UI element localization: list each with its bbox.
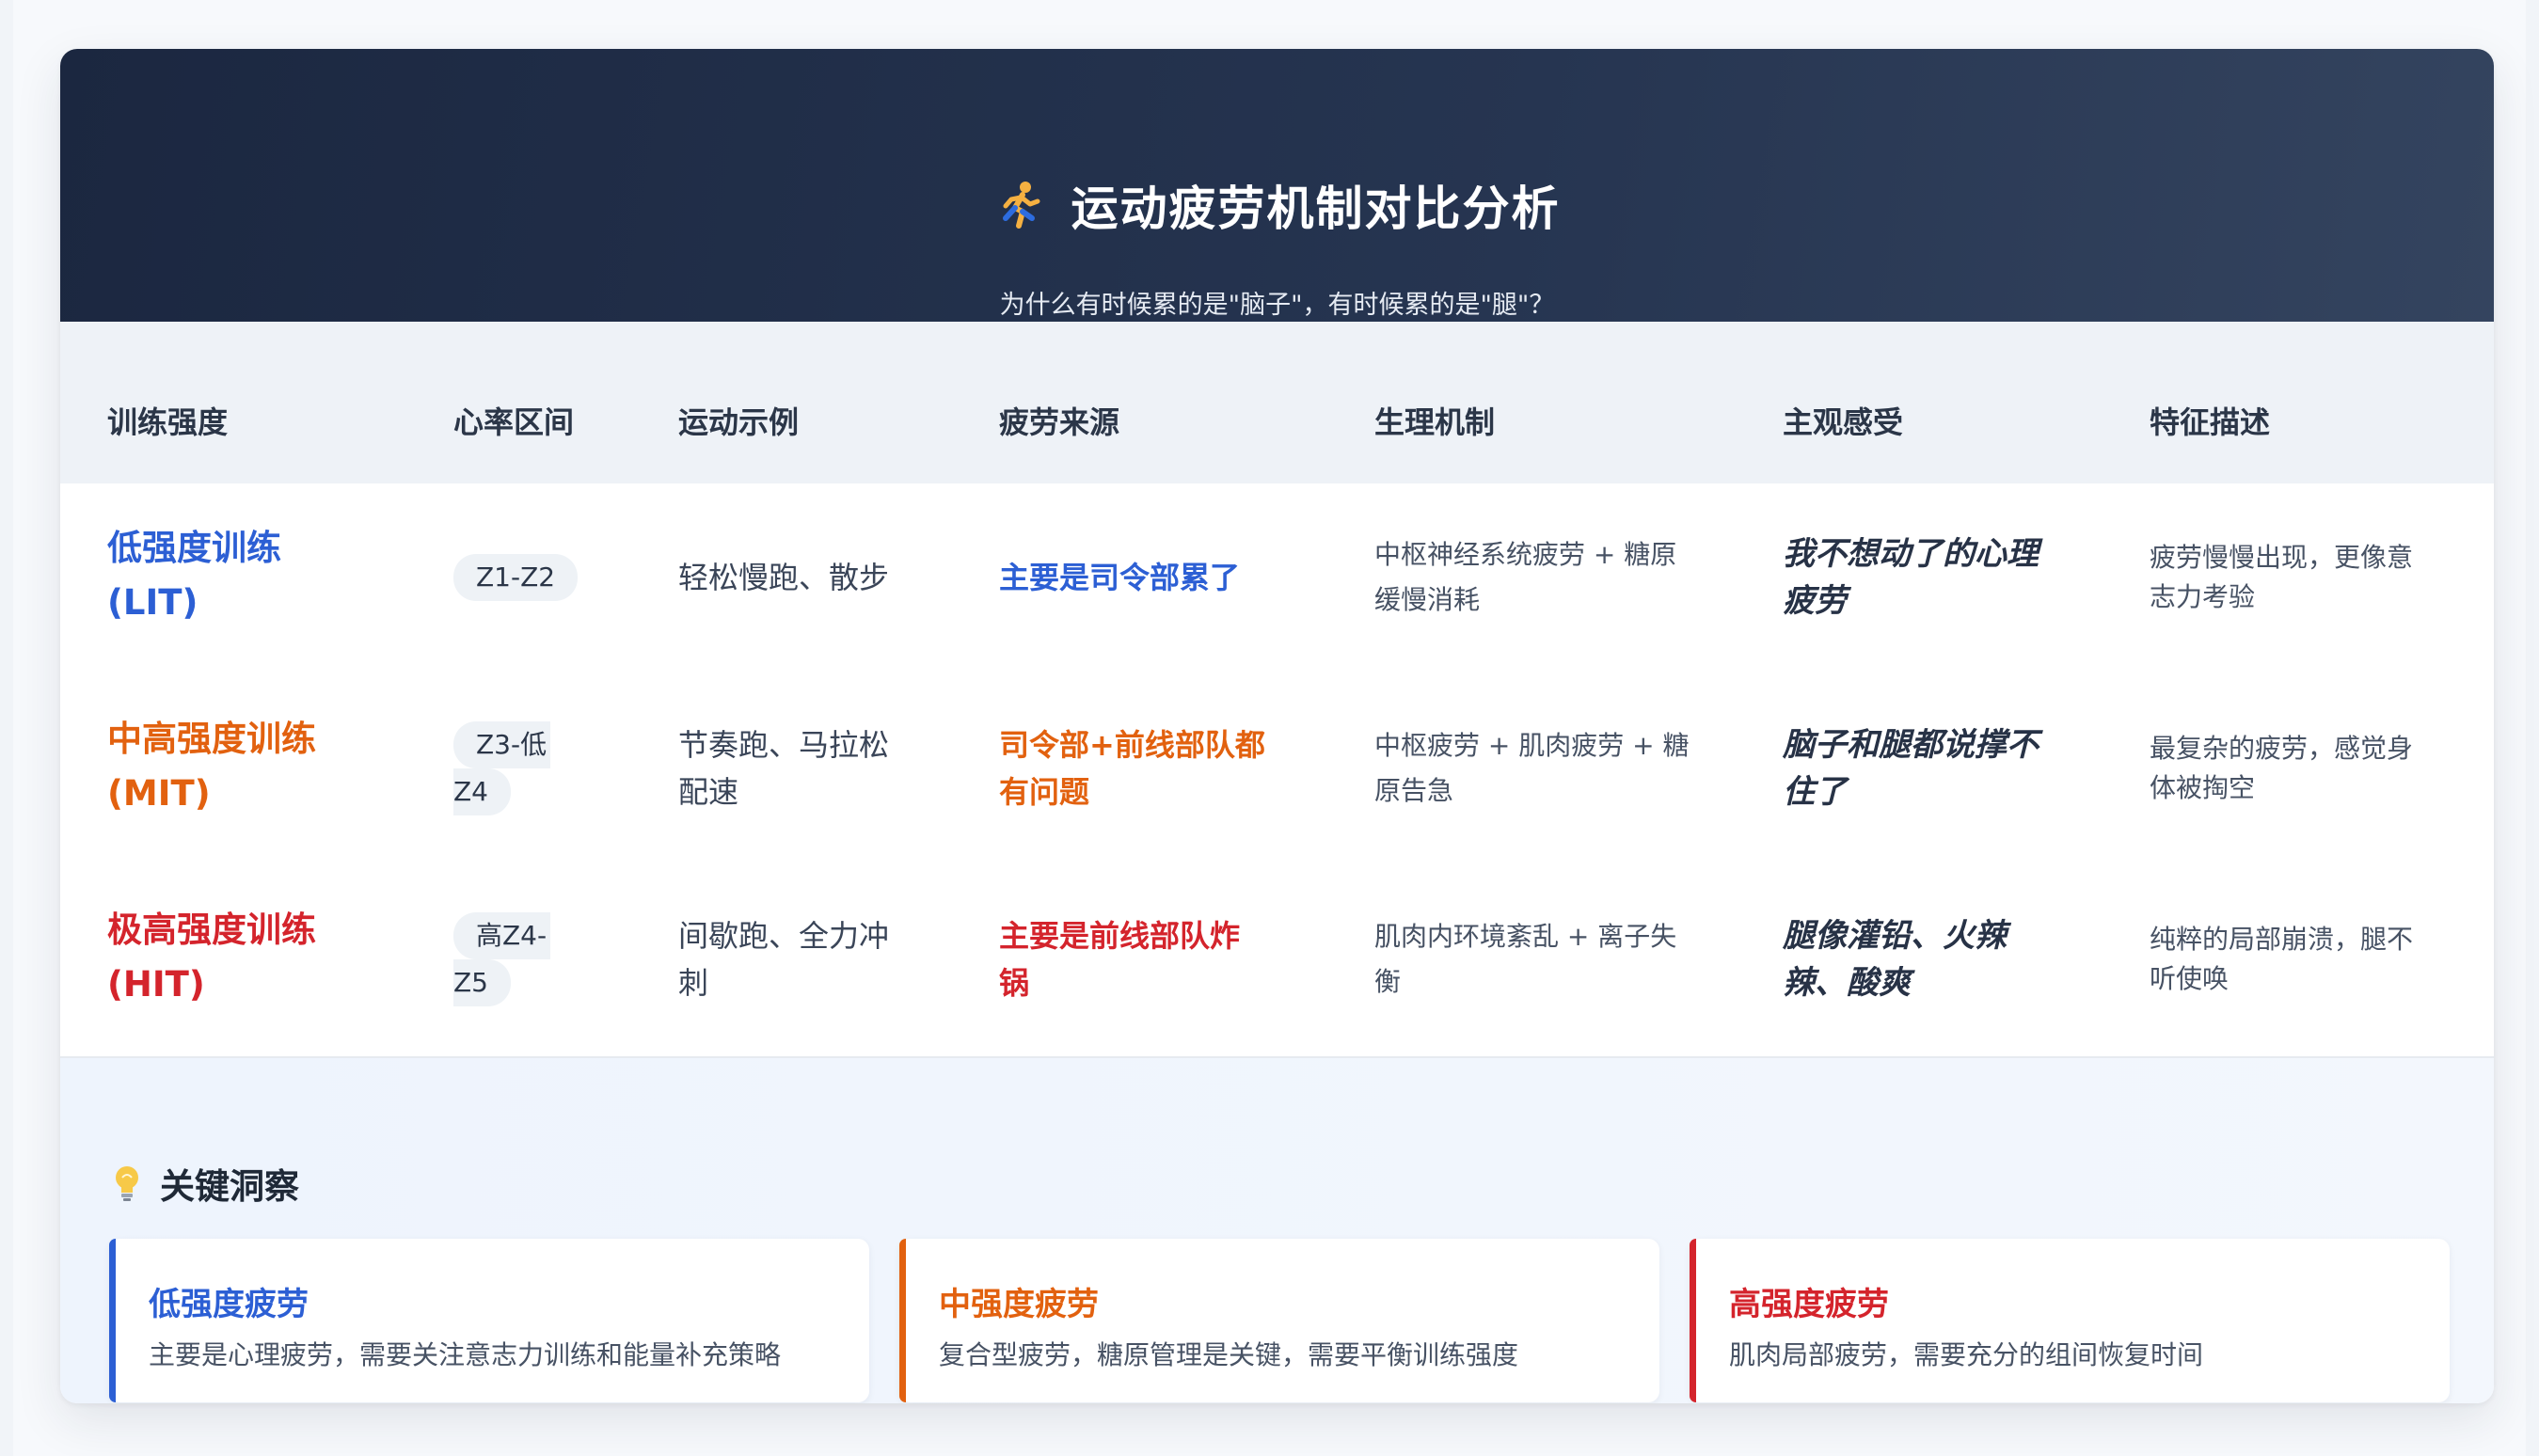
intensity-label: 中高强度训练 (MIT) <box>107 712 316 821</box>
lightbulb-icon <box>116 1166 138 1201</box>
mechanism-text: 肌肉内环境紊乱 + 离子失 衡 <box>1374 914 1676 1005</box>
source-line: 锅 <box>999 965 1030 1001</box>
feeling-line: 住了 <box>1783 773 1847 811</box>
column-header-feeling: 主观感受 <box>1783 404 1904 440</box>
column-header-source: 疲劳来源 <box>999 404 1120 440</box>
mechanism-line: 中枢疲劳 + 肌肉疲劳 + 糖 <box>1374 730 1690 761</box>
feeling-line: 我不想动了的心理 <box>1783 535 2039 573</box>
source-line: 主要是司令部累了 <box>999 560 1241 595</box>
fatigue-source: 司令部+前线部队都 有问题 <box>999 721 1265 815</box>
insights-title: 关键洞察 <box>160 1166 299 1207</box>
page-subtitle: 为什么有时候累的是"脑子"，有时候累的是"腿"？ <box>999 291 1555 320</box>
example-line: 轻松慢跑、散步 <box>678 560 890 595</box>
page-title: 运动疲劳机制对比分析 <box>1071 182 1561 236</box>
insight-card-title: 高强度疲劳 <box>1729 1286 1889 1323</box>
table-row: 低强度训练 (LIT) Z1-Z2 轻松慢跑、散步 主要是司令部累了 中枢神经系… <box>60 483 2494 676</box>
page-background: 运动疲劳机制对比分析 为什么有时候累的是"脑子"，有时候累的是"腿"？ 训练强度… <box>13 0 2526 1456</box>
example-line: 节奏跑、马拉松 <box>678 727 890 763</box>
heart-rate-zone: 高Z4- Z5 <box>453 912 551 1006</box>
zone-badge: 高Z4- <box>453 912 551 959</box>
intensity-code: (LIT) <box>107 582 198 623</box>
feeling-line: 腿像灌铅、火辣 <box>1783 917 2007 955</box>
runner-icon <box>1002 182 1039 229</box>
insight-card-mid: 中强度疲劳 复合型疲劳，糖原管理是关键，需要平衡训练强度 <box>899 1239 1659 1402</box>
intensity-label: 极高强度训练 (HIT) <box>107 903 316 1012</box>
zone-badge: Z5 <box>453 959 511 1006</box>
intensity-name: 极高强度训练 <box>107 910 316 950</box>
insight-card-title: 低强度疲劳 <box>149 1286 309 1323</box>
source-line: 有问题 <box>999 774 1090 810</box>
intensity-name: 中高强度训练 <box>107 719 316 759</box>
mechanism-line: 中枢神经系统疲劳 + 糖原 <box>1374 539 1677 570</box>
intensity-code: (MIT) <box>107 773 211 814</box>
source-line: 司令部+前线部队都 <box>999 727 1265 763</box>
example-text: 轻松慢跑、散步 <box>678 554 889 601</box>
feeling-line: 疲劳 <box>1783 582 1847 620</box>
fatigue-source: 主要是司令部累了 <box>999 554 1240 601</box>
description-line: 纯粹的局部崩溃，腿不 <box>2150 924 2414 955</box>
source-line: 主要是前线部队炸 <box>999 918 1241 954</box>
column-header-mechanism: 生理机制 <box>1374 404 1496 440</box>
column-header-heart-rate: 心率区间 <box>453 404 575 440</box>
feeling-line: 脑子和腿都说撑不 <box>1783 726 2039 764</box>
insight-card-title: 中强度疲劳 <box>939 1286 1099 1323</box>
insight-card-text: 主要是心理疲劳，需要关注意志力训练和能量补充策略 <box>149 1339 782 1370</box>
mechanism-line: 肌肉内环境紊乱 + 离子失 <box>1374 921 1677 952</box>
zone-badge: Z1-Z2 <box>453 554 579 601</box>
zone-badge: Z3-低 <box>453 721 551 768</box>
table-row: 极高强度训练 (HIT) 高Z4- Z5 间歇跑、全力冲 刺 主要是前线部队炸 … <box>60 865 2494 1058</box>
mechanism-text: 中枢疲劳 + 肌肉疲劳 + 糖 原告急 <box>1374 723 1690 814</box>
column-header-intensity: 训练强度 <box>107 404 229 440</box>
comparison-card: 运动疲劳机制对比分析 为什么有时候累的是"脑子"，有时候累的是"腿"？ 训练强度… <box>60 49 2494 1403</box>
insight-card-high: 高强度疲劳 肌肉局部疲劳，需要充分的组间恢复时间 <box>1690 1239 2450 1402</box>
key-insights-section: 关键洞察 低强度疲劳 主要是心理疲劳，需要关注意志力训练和能量补充策略 中强度疲… <box>60 1058 2494 1403</box>
description-line: 疲劳慢慢出现，更像意 <box>2150 542 2414 573</box>
mechanism-line: 原告急 <box>1374 775 1454 806</box>
zone-badge: Z4 <box>453 768 511 815</box>
description-line: 最复杂的疲劳，感觉身 <box>2150 733 2414 764</box>
insight-card-text: 复合型疲劳，糖原管理是关键，需要平衡训练强度 <box>939 1339 1519 1370</box>
description-line: 体被掏空 <box>2150 772 2256 803</box>
subjective-feeling: 我不想动了的心理 疲劳 <box>1783 530 2039 625</box>
intensity-label: 低强度训练 (LIT) <box>107 521 281 630</box>
mechanism-text: 中枢神经系统疲劳 + 糖原 缓慢消耗 <box>1374 532 1676 623</box>
description-text: 纯粹的局部崩溃，腿不 听使唤 <box>2150 920 2413 999</box>
example-text: 间歇跑、全力冲 刺 <box>678 912 889 1006</box>
insight-accent-bar <box>1690 1239 1696 1402</box>
mechanism-line: 衡 <box>1374 966 1402 997</box>
mechanism-line: 缓慢消耗 <box>1374 584 1481 615</box>
hero-header: 运动疲劳机制对比分析 为什么有时候累的是"脑子"，有时候累的是"腿"？ <box>60 49 2494 322</box>
heart-rate-zone: Z1-Z2 <box>453 554 579 601</box>
description-line: 志力考验 <box>2150 581 2256 612</box>
example-line: 配速 <box>678 774 739 810</box>
page-title-row: 运动疲劳机制对比分析 <box>60 171 2494 239</box>
insights-title-row: 关键洞察 <box>111 1158 299 1209</box>
intensity-name: 低强度训练 <box>107 528 281 568</box>
insight-card-text: 肌肉局部疲劳，需要充分的组间恢复时间 <box>1729 1339 2204 1370</box>
example-line: 间歇跑、全力冲 <box>678 918 890 954</box>
insight-accent-bar <box>109 1239 116 1402</box>
table-row: 中高强度训练 (MIT) Z3-低 Z4 节奏跑、马拉松 配速 司令部+前线部队… <box>60 674 2494 867</box>
insight-card-low: 低强度疲劳 主要是心理疲劳，需要关注意志力训练和能量补充策略 <box>109 1239 869 1402</box>
subjective-feeling: 腿像灌铅、火辣 辣、酸爽 <box>1783 912 2007 1006</box>
subjective-feeling: 脑子和腿都说撑不 住了 <box>1783 721 2039 815</box>
column-header-example: 运动示例 <box>678 404 800 440</box>
example-text: 节奏跑、马拉松 配速 <box>678 721 889 815</box>
intensity-code: (HIT) <box>107 964 205 1005</box>
description-text: 最复杂的疲劳，感觉身 体被掏空 <box>2150 729 2413 808</box>
table-header: 训练强度 心率区间 运动示例 疲劳来源 生理机制 主观感受 特征描述 <box>60 322 2494 485</box>
description-line: 听使唤 <box>2150 963 2230 994</box>
heart-rate-zone: Z3-低 Z4 <box>453 721 551 815</box>
column-header-description: 特征描述 <box>2150 404 2271 440</box>
feeling-line: 辣、酸爽 <box>1783 964 1911 1002</box>
insight-accent-bar <box>899 1239 906 1402</box>
description-text: 疲劳慢慢出现，更像意 志力考验 <box>2150 538 2413 617</box>
example-line: 刺 <box>678 965 709 1001</box>
fatigue-source: 主要是前线部队炸 锅 <box>999 912 1240 1006</box>
